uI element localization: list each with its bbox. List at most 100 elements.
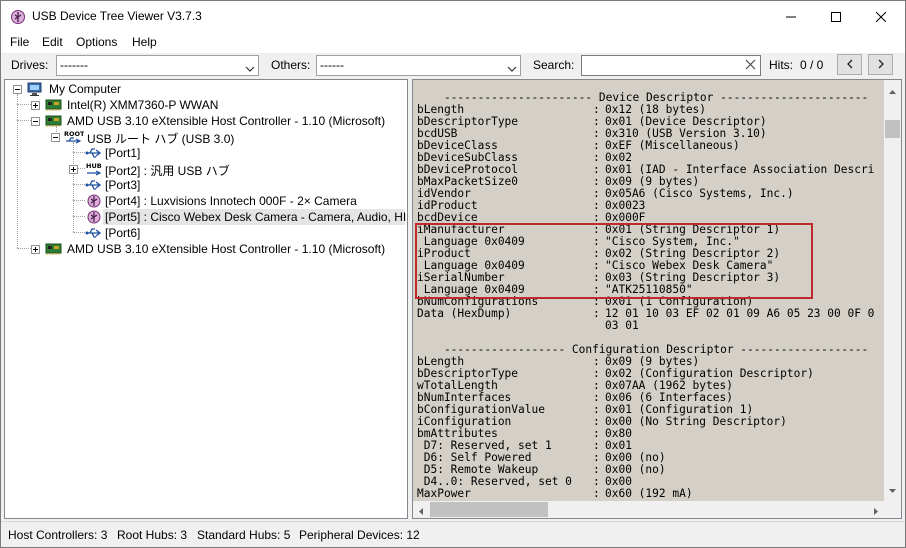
collapse-toggle[interactable] (31, 117, 40, 126)
expand-toggle[interactable] (69, 165, 78, 174)
usb-port-icon (85, 145, 103, 161)
close-button[interactable] (858, 1, 904, 32)
hits-label: Hits: (769, 58, 793, 72)
root-hub-icon: ROOT (64, 129, 85, 145)
tree-item-port2[interactable]: HUB [Port2] : 汎用 USB ハブ (5, 161, 405, 178)
usb-device-icon (85, 193, 103, 209)
menu-help[interactable]: Help (132, 35, 157, 49)
tree-item-root-hub[interactable]: ROOT USB ルート ハブ (USB 3.0) (5, 129, 405, 146)
clear-search-icon[interactable] (745, 59, 756, 73)
collapse-toggle[interactable] (51, 133, 60, 142)
device-tree[interactable]: My Computer Intel(R) XMM7360-P WWAN AMD … (4, 79, 408, 519)
tree-item-port1[interactable]: [Port1] (5, 145, 405, 161)
scroll-thumb[interactable] (885, 120, 900, 138)
expand-toggle[interactable] (31, 101, 40, 110)
drives-value: ------- (60, 58, 88, 72)
scroll-right-icon[interactable] (873, 505, 879, 518)
chevron-right-icon (877, 58, 885, 72)
usb-port-icon (85, 225, 103, 241)
status-root-hubs: Root Hubs: 3 (117, 528, 188, 542)
others-value: ------ (320, 58, 344, 72)
app-window: USB Device Tree Viewer V3.7.3 File Edit … (0, 0, 906, 548)
toolbar: Drives: ------- Others: ------ Search: H… (1, 53, 905, 78)
usb-device-icon (85, 209, 103, 225)
scroll-up-icon[interactable] (888, 84, 897, 98)
minimize-button[interactable] (768, 1, 814, 32)
status-standard-hubs: Standard Hubs: 5 (197, 528, 291, 542)
search-box (581, 55, 761, 76)
descriptor-value: 0x00 (No String Descriptor) (605, 415, 787, 428)
tree-label: [Port3] (105, 178, 141, 192)
search-prev-button[interactable] (837, 54, 862, 75)
tree-item-amd-host-controller[interactable]: AMD USB 3.10 eXtensible Host Controller … (5, 113, 405, 129)
status-host-controllers: Host Controllers: 3 (8, 528, 108, 542)
search-input[interactable] (584, 57, 740, 74)
window-title: USB Device Tree Viewer V3.7.3 (32, 9, 202, 23)
menu-edit[interactable]: Edit (42, 35, 63, 49)
tree-label: AMD USB 3.10 eXtensible Host Controller … (67, 114, 386, 128)
drives-label: Drives: (11, 58, 49, 72)
descriptor-value: 12 01 10 03 EF 02 01 09 A6 05 23 00 0F 0 (605, 307, 875, 320)
menu-options[interactable]: Options (76, 35, 117, 49)
chevron-down-icon (507, 62, 517, 76)
tree-item-port3[interactable]: [Port3] (5, 177, 405, 193)
tree-label: [Port4] : Luxvisions Innotech 000F - 2× … (105, 194, 357, 208)
computer-icon (27, 81, 45, 97)
descriptor-separator: : (593, 487, 600, 500)
search-next-button[interactable] (868, 54, 893, 75)
svg-text:ROOT: ROOT (64, 130, 84, 138)
descriptor-details[interactable]: ---------------------- Device Descriptor… (412, 79, 902, 519)
tree-item-port6[interactable]: [Port6] (5, 225, 405, 241)
descriptor-field: Data (HexDump) (417, 307, 512, 320)
descriptor-line: idVendor:0x05A6 (Cisco Systems, Inc.) (417, 188, 883, 200)
tree-label: Intel(R) XMM7360-P WWAN (67, 98, 219, 112)
descriptor-field: MaxPower (417, 487, 471, 500)
svg-text:HUB: HUB (86, 162, 102, 170)
scroll-down-icon[interactable] (888, 483, 897, 497)
pci-card-icon (45, 241, 63, 257)
search-label: Search: (533, 58, 575, 72)
status-peripheral-devices: Peripheral Devices: 12 (299, 528, 420, 542)
status-bar: Host Controllers: 3 Root Hubs: 3 Standar… (1, 521, 905, 547)
tree-item-amd-host-controller-2[interactable]: AMD USB 3.10 eXtensible Host Controller … (5, 241, 405, 257)
expand-toggle[interactable] (31, 245, 40, 254)
scroll-thumb[interactable] (430, 502, 548, 517)
descriptor-line: MaxPower:0x60 (192 mA) (417, 488, 883, 500)
descriptor-line: 03 01 (417, 320, 883, 332)
descriptor-separator: : (593, 307, 600, 320)
scroll-left-icon[interactable] (418, 505, 424, 518)
tree-item-port4[interactable]: [Port4] : Luxvisions Innotech 000F - 2× … (5, 193, 405, 209)
collapse-toggle[interactable] (13, 85, 22, 94)
drives-select[interactable]: ------- (56, 55, 259, 76)
hits-value: 0 / 0 (800, 58, 824, 72)
others-select[interactable]: ------ (316, 55, 521, 76)
descriptor-line: idProduct:0x0023 (417, 200, 883, 212)
tree-item-port5[interactable]: [Port5] : Cisco Webex Desk Camera - Came… (5, 209, 408, 225)
tree-label: My Computer (49, 82, 122, 96)
chevron-left-icon (846, 58, 854, 72)
descriptor-text: ---------------------- Device Descriptor… (417, 92, 883, 506)
descriptor-value: 0x60 (192 mA) (605, 487, 693, 500)
pci-card-icon (45, 113, 63, 129)
descriptor-line: Data (HexDump):12 01 10 03 EF 02 01 09 A… (417, 308, 883, 320)
tree-item-intel-wwan[interactable]: Intel(R) XMM7360-P WWAN (5, 97, 405, 113)
menu-bar: File Edit Options Help (1, 32, 905, 53)
scrollbar-corner (884, 501, 901, 518)
maximize-button[interactable] (813, 1, 859, 32)
menu-file[interactable]: File (10, 35, 29, 49)
hub-icon: HUB (85, 161, 103, 177)
tree-item-my-computer[interactable]: My Computer (5, 81, 405, 97)
usb-port-icon (85, 177, 103, 193)
tree-label: [Port1] (105, 146, 141, 160)
title-bar: USB Device Tree Viewer V3.7.3 (1, 1, 905, 32)
horizontal-scrollbar[interactable] (413, 501, 884, 518)
tree-label: [Port6] (105, 226, 141, 240)
chevron-down-icon (245, 62, 255, 76)
descriptor-value: 03 01 (605, 319, 639, 332)
tree-label: [Port5] : Cisco Webex Desk Camera - Came… (105, 210, 408, 224)
usb-app-icon (10, 9, 26, 25)
pci-card-icon (45, 97, 63, 113)
tree-label: AMD USB 3.10 eXtensible Host Controller … (67, 242, 386, 256)
vertical-scrollbar[interactable] (884, 80, 901, 502)
others-label: Others: (271, 58, 311, 72)
